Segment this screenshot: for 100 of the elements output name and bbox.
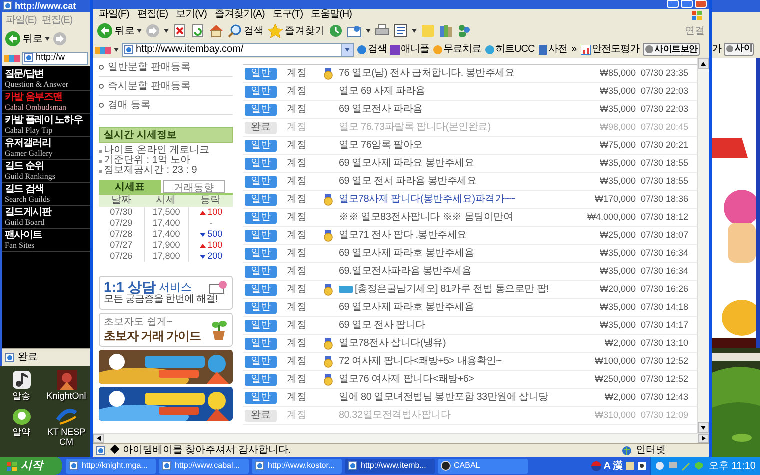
close-button[interactable] bbox=[695, 0, 707, 8]
listing-link[interactable]: ※※ 열모83전사팝니다 ※※ 몸팅이만여 bbox=[339, 210, 514, 225]
listing-link[interactable]: [총정은굴남기세오] 81카루 전법 통으로만 팝! bbox=[355, 282, 550, 297]
document-icon[interactable] bbox=[394, 24, 408, 38]
listing-link[interactable]: 69.열모전사파라욤 봉반주세욤 bbox=[339, 264, 472, 279]
books-icon[interactable] bbox=[439, 24, 453, 38]
history-icon[interactable] bbox=[329, 24, 343, 38]
listing-link[interactable]: 69 열모사제 파라호 봉반주세욤 bbox=[339, 246, 474, 261]
mail-icon[interactable] bbox=[347, 24, 362, 38]
tray-icon[interactable] bbox=[654, 461, 665, 471]
menu-item[interactable]: 도움말(H) bbox=[311, 10, 352, 20]
listing-link[interactable]: 72 여사제 팝니다<쾌방+5> 내용확인~ bbox=[339, 354, 502, 369]
listing-link[interactable]: 일에 80 열모녀전법님 봉반포함 33만원에 삽니당 bbox=[339, 390, 548, 405]
menu-item[interactable]: 도구(T) bbox=[272, 10, 304, 20]
taskbar-button[interactable]: http://www.kostor... bbox=[252, 458, 342, 474]
scroll-up-button[interactable] bbox=[698, 58, 709, 69]
favorites-button[interactable]: 즐겨찾기 bbox=[268, 24, 325, 38]
minimize-button[interactable] bbox=[667, 0, 679, 8]
browser-icon bbox=[162, 461, 172, 471]
scroll-left-button[interactable] bbox=[93, 434, 104, 443]
toolbar-link[interactable]: 무료치료 bbox=[432, 42, 482, 57]
people-icon[interactable] bbox=[457, 24, 472, 38]
site-security-button[interactable]: 사이 bbox=[724, 42, 754, 56]
table-cell-text: 계정 bbox=[286, 355, 308, 369]
listing-link[interactable]: 열모 76암록 팔아오 bbox=[339, 138, 423, 153]
address-field[interactable]: http://w bbox=[22, 52, 88, 64]
refresh-icon[interactable] bbox=[191, 24, 205, 38]
scroll-right-button[interactable] bbox=[698, 434, 709, 443]
ime-indicator[interactable]: 漢 bbox=[612, 458, 623, 474]
maximize-button[interactable] bbox=[681, 0, 693, 8]
table-cell: 17,400 bbox=[144, 218, 188, 229]
table-cell-text: ₩100,000 bbox=[594, 354, 637, 368]
table-cell-text: 07/30 18:12 bbox=[641, 210, 690, 224]
table-cell-text: 계정 bbox=[286, 247, 308, 261]
caret-icon bbox=[137, 29, 142, 33]
toolbar-link[interactable]: 안전도평가 bbox=[581, 42, 640, 57]
listing-link[interactable]: 열모78사제 팝니다(봉반주세요)파격가~~ bbox=[339, 192, 516, 207]
back-button[interactable]: 뒤로 bbox=[5, 31, 50, 47]
listing-link[interactable]: 76 열모(남) 전사 급처합니다. 봉반주세요 bbox=[339, 66, 515, 81]
listing-link[interactable]: 69 열모 전서 파라욤 봉반주세요 bbox=[339, 174, 477, 189]
listing-link[interactable]: 69 열모전사 파라욤 bbox=[339, 102, 423, 117]
desktop-icon[interactable]: 알약 bbox=[0, 405, 43, 447]
toolbar-link[interactable]: 히트UCC bbox=[484, 42, 535, 57]
table-cell-text: 계정 bbox=[286, 103, 308, 117]
up-arrow-icon bbox=[701, 62, 706, 66]
desktop-icon[interactable]: 알송 bbox=[0, 369, 43, 401]
more-links-button[interactable]: » bbox=[570, 42, 578, 57]
status-badge: 일반 bbox=[245, 68, 277, 80]
address-field[interactable]: http://www.itembay.com/ bbox=[122, 42, 354, 56]
toolbar-link[interactable]: 검색 bbox=[357, 42, 387, 57]
desktop-icon[interactable]: KT NESPCM bbox=[45, 405, 88, 447]
sell-link[interactable]: 즉시분할 판매등록 bbox=[99, 77, 233, 96]
taskbar-button[interactable]: http://knight.mga... bbox=[66, 458, 156, 474]
listing-link[interactable]: 열모76 여사제 팝니다<쾌방+6> bbox=[339, 372, 474, 387]
status-badge: 일반 bbox=[245, 248, 277, 260]
status-badge: 일반 bbox=[245, 338, 277, 350]
table-cell: 17,400 bbox=[144, 229, 188, 240]
listing-link[interactable]: 69 열모 전사 팝니다 bbox=[339, 318, 426, 333]
taskbar-button[interactable]: CABAL bbox=[438, 458, 528, 474]
menu-item[interactable]: 파일(F) bbox=[99, 10, 130, 20]
table-cell: 200 bbox=[208, 251, 223, 262]
menu-item[interactable]: 편집(E) bbox=[137, 10, 168, 20]
toolbar-link[interactable]: 사전 bbox=[538, 42, 568, 57]
start-button[interactable]: 시작 bbox=[0, 457, 62, 475]
listing-link[interactable]: 69 열모사제 파라호 봉반주세욤 bbox=[339, 300, 474, 315]
tab[interactable]: 시세표 bbox=[99, 180, 161, 193]
toolbar-link[interactable]: 애니플 bbox=[390, 42, 430, 57]
print-icon[interactable] bbox=[375, 24, 390, 38]
table-cell-text: 07/30 13:10 bbox=[641, 336, 690, 350]
back-button[interactable]: 뒤로 bbox=[97, 23, 142, 39]
desktop-icon[interactable]: KnightOnl bbox=[45, 369, 88, 401]
listing-link[interactable]: 열모78전사 삽니다(냉유) bbox=[339, 336, 446, 351]
status-badge: 일반 bbox=[245, 212, 277, 224]
caret-icon bbox=[45, 37, 50, 41]
sell-link[interactable]: 일반분할 판매등록 bbox=[99, 58, 233, 77]
listing-link[interactable]: 69 열모사제 파라요 봉반주세요 bbox=[339, 156, 474, 171]
tab[interactable]: 거래동향 bbox=[163, 180, 225, 193]
status-badge: 일반 bbox=[245, 374, 277, 386]
search-button[interactable]: 검색 bbox=[228, 24, 264, 38]
menu-item[interactable]: 즐겨찾기(A) bbox=[214, 10, 265, 20]
taskbar-button[interactable]: http://www.cabal... bbox=[159, 458, 249, 474]
dropdown-button[interactable] bbox=[341, 44, 353, 56]
taskbar-button[interactable]: http://www.itemb... bbox=[345, 458, 435, 474]
home-icon[interactable] bbox=[209, 24, 224, 38]
table-cell-text: 07/30 20:21 bbox=[641, 138, 690, 152]
status-badge: 일반 bbox=[245, 158, 277, 170]
table-cell-text: 07/30 20:45 bbox=[641, 120, 690, 134]
bullet-icon bbox=[99, 102, 104, 108]
toolbar-link[interactable]: 가 bbox=[712, 42, 722, 56]
listing-link[interactable]: 열모 69 사제 파라욤 bbox=[339, 84, 426, 99]
listing-link[interactable]: 열모71 전사 팝다 .봉반주세요 bbox=[339, 228, 467, 243]
link-icon bbox=[432, 44, 442, 54]
site-security-button[interactable]: 사이트보안 bbox=[642, 43, 700, 56]
stop-icon[interactable] bbox=[173, 24, 187, 38]
menu-item[interactable]: 보기(V) bbox=[176, 10, 207, 20]
ime-indicator[interactable]: A bbox=[604, 458, 611, 474]
shortcut-icon bbox=[10, 369, 32, 391]
table-cell-text: ₩98,000 bbox=[600, 120, 637, 134]
sell-link[interactable]: 경매 등록 bbox=[99, 96, 233, 115]
scroll-down-button[interactable] bbox=[698, 422, 709, 433]
